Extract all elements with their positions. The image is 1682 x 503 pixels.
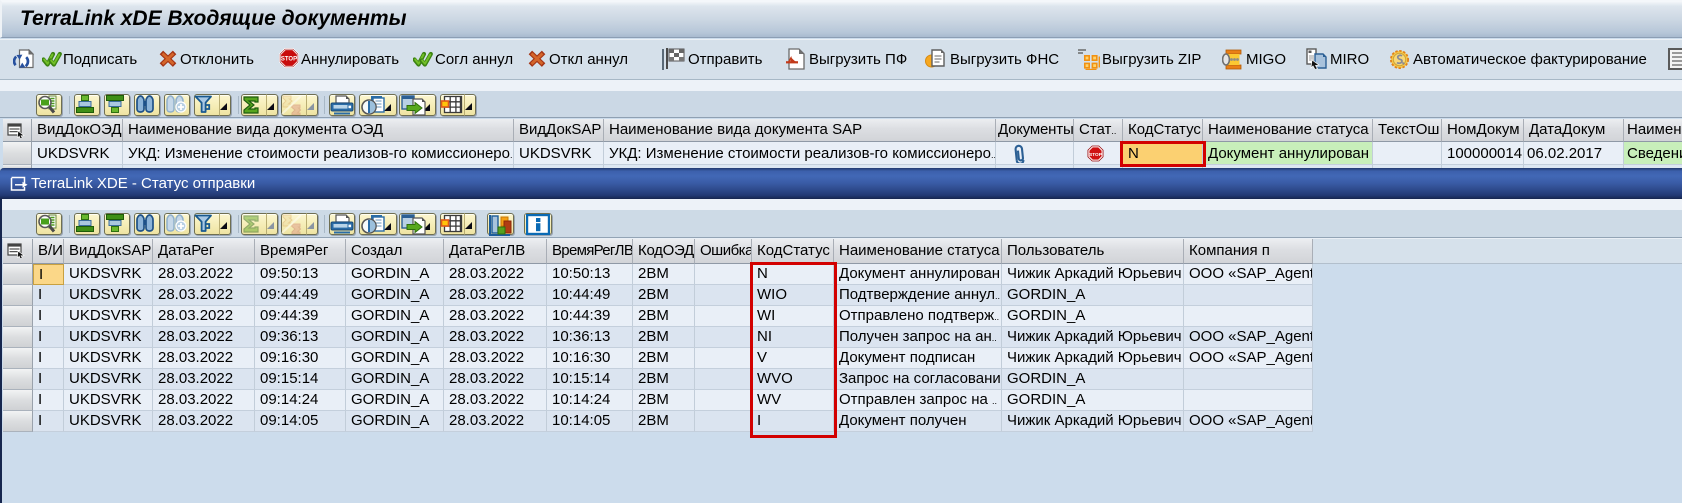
svg-text:STOP: STOP (1089, 152, 1102, 158)
svg-text:STOP: STOP (281, 57, 297, 63)
